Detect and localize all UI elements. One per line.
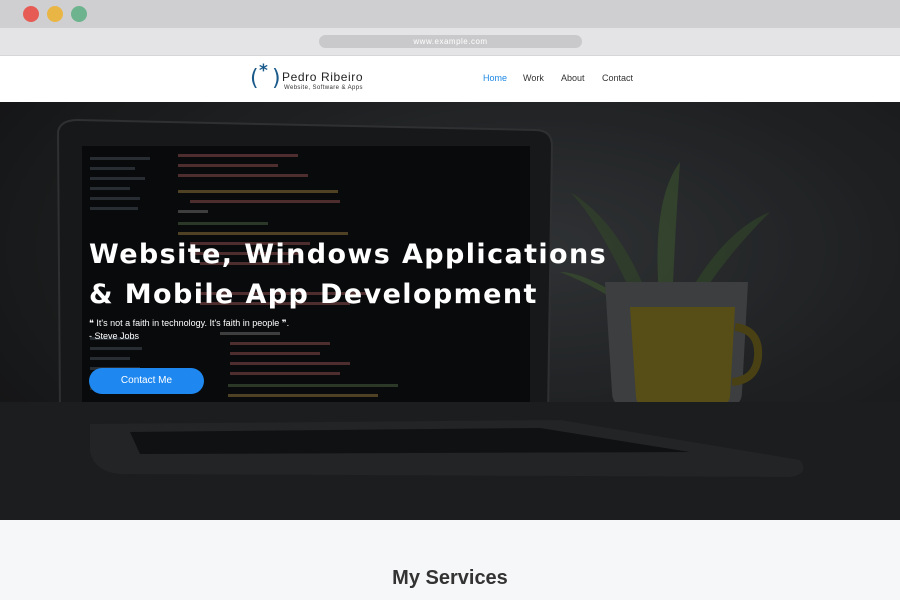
hero-title-line-1: Website, Windows Applications	[89, 239, 608, 270]
window-zoom-icon[interactable]	[71, 6, 87, 22]
site-logo[interactable]: (*) Pedro Ribeiro Website, Software & Ap…	[250, 61, 380, 96]
logo-tagline: Website, Software & Apps	[284, 85, 363, 91]
paren-star-logo-icon: (*)	[250, 61, 281, 91]
contact-me-button[interactable]: Contact Me	[89, 368, 204, 394]
address-bar[interactable]: www.example.com	[319, 35, 582, 48]
browser-titlebar	[0, 0, 900, 28]
services-title: My Services	[392, 567, 508, 589]
window-minimize-icon[interactable]	[47, 6, 63, 22]
nav-link-about[interactable]: About	[561, 73, 585, 83]
nav-link-home[interactable]: Home	[483, 73, 507, 83]
hero-section: Website, Windows Applications & Mobile A…	[0, 102, 900, 520]
browser-address-area: www.example.com	[0, 28, 900, 56]
services-section: My Services	[0, 520, 900, 600]
nav-link-contact[interactable]: Contact	[602, 73, 633, 83]
nav-link-work[interactable]: Work	[523, 73, 544, 83]
hero-quote-author: - Steve Jobs	[89, 331, 140, 341]
window-close-icon[interactable]	[23, 6, 39, 22]
hero-title-line-2: & Mobile App Development	[89, 279, 538, 310]
hero-quote-text: ❝ It's not a faith in technology. It's f…	[89, 318, 290, 328]
logo-name: Pedro Ribeiro	[282, 70, 364, 84]
hero-title: Website, Windows Applications & Mobile A…	[89, 235, 729, 315]
hero-quote: ❝ It's not a faith in technology. It's f…	[89, 317, 289, 343]
site-header: (*) Pedro Ribeiro Website, Software & Ap…	[0, 56, 900, 102]
